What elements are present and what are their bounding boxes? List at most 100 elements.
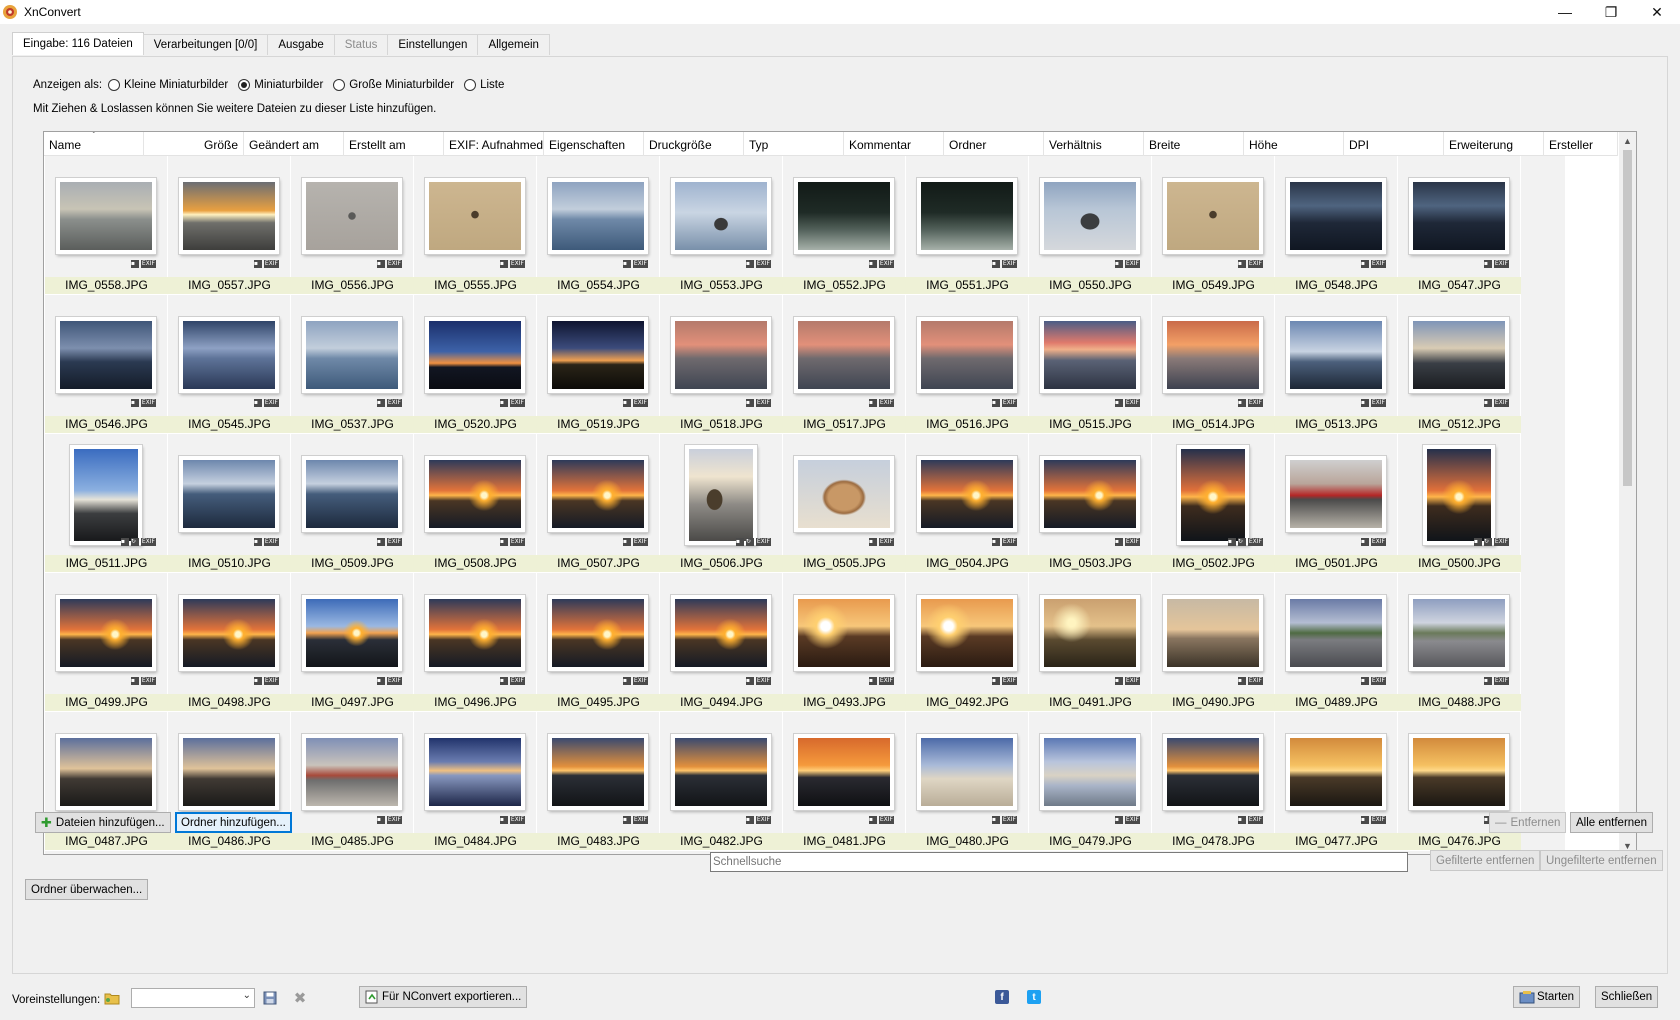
open-preset-button[interactable] xyxy=(102,988,122,1008)
view-option-0[interactable]: Kleine Miniaturbilder xyxy=(108,79,228,91)
view-option-3[interactable]: Liste xyxy=(464,79,504,91)
watch-folder-button[interactable]: Ordner überwachen... xyxy=(25,879,149,900)
thumbnail-item[interactable]: ▪ EXIF IMG_0479.JPG xyxy=(1029,712,1152,851)
save-preset-button[interactable] xyxy=(260,988,280,1008)
thumbnail-item[interactable]: ▪ EXIF IMG_0478.JPG xyxy=(1152,712,1275,851)
thumbnail-item[interactable]: ▪ EXIF IMG_0548.JPG xyxy=(1275,156,1398,295)
view-option-2[interactable]: Große Miniaturbilder xyxy=(333,79,454,91)
thumbnail-item[interactable]: ▪ EXIF IMG_0489.JPG xyxy=(1275,573,1398,712)
thumbnail-item[interactable]: ▪ EXIF IMG_0497.JPG xyxy=(291,573,414,712)
tab-5[interactable]: Allgemein xyxy=(477,34,550,55)
close-app-button[interactable]: Schließen xyxy=(1595,986,1659,1008)
remove-button[interactable]: — Entfernen xyxy=(1489,812,1567,833)
tab-2[interactable]: Ausgabe xyxy=(267,34,335,55)
thumbnail-item[interactable]: ▪ ↻ EXIF IMG_0500.JPG xyxy=(1398,434,1521,573)
column-0[interactable]: Name xyxy=(44,132,144,156)
column-13[interactable]: DPI xyxy=(1344,132,1444,156)
thumbnail-item[interactable]: ▪ EXIF IMG_0515.JPG xyxy=(1029,295,1152,434)
thumbnail-item[interactable]: ▪ EXIF IMG_0495.JPG xyxy=(537,573,660,712)
column-11[interactable]: Breite xyxy=(1144,132,1244,156)
thumbnail-item[interactable]: ▪ ↻ EXIF IMG_0506.JPG xyxy=(660,434,783,573)
thumbnail-item[interactable]: ▪ EXIF IMG_0513.JPG xyxy=(1275,295,1398,434)
thumbnail-item[interactable]: ▪ EXIF IMG_0501.JPG xyxy=(1275,434,1398,573)
thumbnail-item[interactable]: ▪ EXIF IMG_0510.JPG xyxy=(168,434,291,573)
radio-icon[interactable] xyxy=(108,79,121,91)
column-2[interactable]: Geändert am xyxy=(244,132,344,156)
thumbnail-item[interactable]: ▪ EXIF IMG_0558.JPG xyxy=(45,156,168,295)
thumbnail-item[interactable]: ▪ EXIF IMG_0557.JPG xyxy=(168,156,291,295)
remove-filtered-button[interactable]: Gefilterte entfernen xyxy=(1430,850,1541,871)
thumbnail-item[interactable]: ▪ EXIF IMG_0507.JPG xyxy=(537,434,660,573)
thumbnail-item[interactable]: ▪ EXIF IMG_0518.JPG xyxy=(660,295,783,434)
thumbnail-item[interactable]: ▪ EXIF IMG_0520.JPG xyxy=(414,295,537,434)
tab-4[interactable]: Einstellungen xyxy=(387,34,479,55)
column-7[interactable]: Typ xyxy=(744,132,844,156)
remove-all-button[interactable]: Alle entfernen xyxy=(1570,812,1653,833)
column-6[interactable]: Druckgröße xyxy=(644,132,744,156)
column-5[interactable]: Eigenschaften xyxy=(544,132,644,156)
thumbnail-item[interactable]: ▪ EXIF IMG_0499.JPG xyxy=(45,573,168,712)
thumbnail-item[interactable]: ▪ EXIF IMG_0503.JPG xyxy=(1029,434,1152,573)
thumbnail-item[interactable]: ▪ EXIF IMG_0516.JPG xyxy=(906,295,1029,434)
delete-preset-button[interactable]: ✖ xyxy=(290,988,310,1008)
vertical-scrollbar[interactable]: ▲ ▼ xyxy=(1619,132,1636,854)
radio-icon[interactable] xyxy=(333,79,346,91)
thumbnail-item[interactable]: ▪ EXIF IMG_0484.JPG xyxy=(414,712,537,851)
thumbnail-item[interactable]: ▪ EXIF IMG_0493.JPG xyxy=(783,573,906,712)
thumbnail-item[interactable]: ▪ EXIF IMG_0537.JPG xyxy=(291,295,414,434)
column-3[interactable]: Erstellt am xyxy=(344,132,444,156)
thumbnail-item[interactable]: ▪ EXIF IMG_0547.JPG xyxy=(1398,156,1521,295)
radio-icon[interactable] xyxy=(464,79,477,91)
thumbnail-item[interactable]: ▪ EXIF IMG_0552.JPG xyxy=(783,156,906,295)
thumbnail-item[interactable]: ▪ EXIF IMG_0509.JPG xyxy=(291,434,414,573)
column-14[interactable]: Erweiterung xyxy=(1444,132,1544,156)
minimize-button[interactable]: — xyxy=(1542,0,1588,24)
export-nconvert-button[interactable]: Für NConvert exportieren... xyxy=(359,986,528,1008)
thumbnail-item[interactable]: ▪ ↻ EXIF IMG_0502.JPG xyxy=(1152,434,1275,573)
radio-icon[interactable] xyxy=(238,79,251,91)
close-button[interactable]: ✕ xyxy=(1634,0,1680,24)
thumbnail-item[interactable]: ▪ EXIF IMG_0477.JPG xyxy=(1275,712,1398,851)
thumbnail-item[interactable]: ▪ EXIF IMG_0505.JPG xyxy=(783,434,906,573)
twitter-icon[interactable]: t xyxy=(1027,990,1041,1004)
thumbnail-item[interactable]: ▪ EXIF IMG_0517.JPG xyxy=(783,295,906,434)
start-button[interactable]: Starten xyxy=(1513,986,1581,1008)
thumbnail-item[interactable]: ▪ EXIF IMG_0508.JPG xyxy=(414,434,537,573)
column-8[interactable]: Kommentar xyxy=(844,132,944,156)
thumbnail-item[interactable]: ▪ EXIF IMG_0549.JPG xyxy=(1152,156,1275,295)
remove-unfiltered-button[interactable]: Ungefilterte entfernen xyxy=(1540,850,1663,871)
scroll-up-icon[interactable]: ▲ xyxy=(1619,132,1636,149)
thumbnail-item[interactable]: ▪ EXIF IMG_0555.JPG xyxy=(414,156,537,295)
thumbnail-item[interactable]: ▪ EXIF IMG_0492.JPG xyxy=(906,573,1029,712)
thumbnail-item[interactable]: ▪ EXIF IMG_0498.JPG xyxy=(168,573,291,712)
thumbnail-item[interactable]: ▪ EXIF IMG_0554.JPG xyxy=(537,156,660,295)
thumbnail-item[interactable]: ▪ EXIF IMG_0490.JPG xyxy=(1152,573,1275,712)
thumbnail-item[interactable]: ▪ EXIF IMG_0491.JPG xyxy=(1029,573,1152,712)
thumbnail-item[interactable]: ▪ EXIF IMG_0519.JPG xyxy=(537,295,660,434)
thumbnail-item[interactable]: ▪ EXIF IMG_0504.JPG xyxy=(906,434,1029,573)
facebook-icon[interactable]: f xyxy=(995,990,1009,1004)
column-1[interactable]: Größe xyxy=(144,132,244,156)
thumbnail-item[interactable]: ▪ EXIF IMG_0556.JPG xyxy=(291,156,414,295)
column-9[interactable]: Ordner xyxy=(944,132,1044,156)
thumbnail-item[interactable]: ▪ EXIF IMG_0483.JPG xyxy=(537,712,660,851)
add-folder-button[interactable]: Ordner hinzufügen... xyxy=(175,812,292,833)
thumbnail-item[interactable]: ▪ ↻ EXIF IMG_0511.JPG xyxy=(45,434,168,573)
thumbnail-item[interactable]: ▪ EXIF IMG_0482.JPG xyxy=(660,712,783,851)
thumbnail-item[interactable]: ▪ EXIF IMG_0488.JPG xyxy=(1398,573,1521,712)
add-files-button[interactable]: ✚ Dateien hinzufügen... xyxy=(35,812,171,833)
thumbnail-item[interactable]: ▪ EXIF IMG_0480.JPG xyxy=(906,712,1029,851)
thumbnail-item[interactable]: ▪ EXIF IMG_0512.JPG xyxy=(1398,295,1521,434)
scrollbar-thumb[interactable] xyxy=(1623,150,1632,486)
tab-0[interactable]: Eingabe: 116 Dateien xyxy=(12,32,144,55)
column-15[interactable]: Ersteller xyxy=(1544,132,1618,156)
thumbnail-item[interactable]: ▪ EXIF IMG_0551.JPG xyxy=(906,156,1029,295)
view-option-1[interactable]: Miniaturbilder xyxy=(238,79,323,91)
thumbnail-item[interactable]: ▪ EXIF IMG_0545.JPG xyxy=(168,295,291,434)
thumbnail-item[interactable]: ▪ EXIF IMG_0496.JPG xyxy=(414,573,537,712)
preset-dropdown[interactable]: ⌄ xyxy=(131,988,255,1008)
thumbnail-item[interactable]: ▪ EXIF IMG_0553.JPG xyxy=(660,156,783,295)
tab-3[interactable]: Status xyxy=(333,34,389,55)
thumbnail-item[interactable]: ▪ EXIF IMG_0494.JPG xyxy=(660,573,783,712)
column-12[interactable]: Höhe xyxy=(1244,132,1344,156)
